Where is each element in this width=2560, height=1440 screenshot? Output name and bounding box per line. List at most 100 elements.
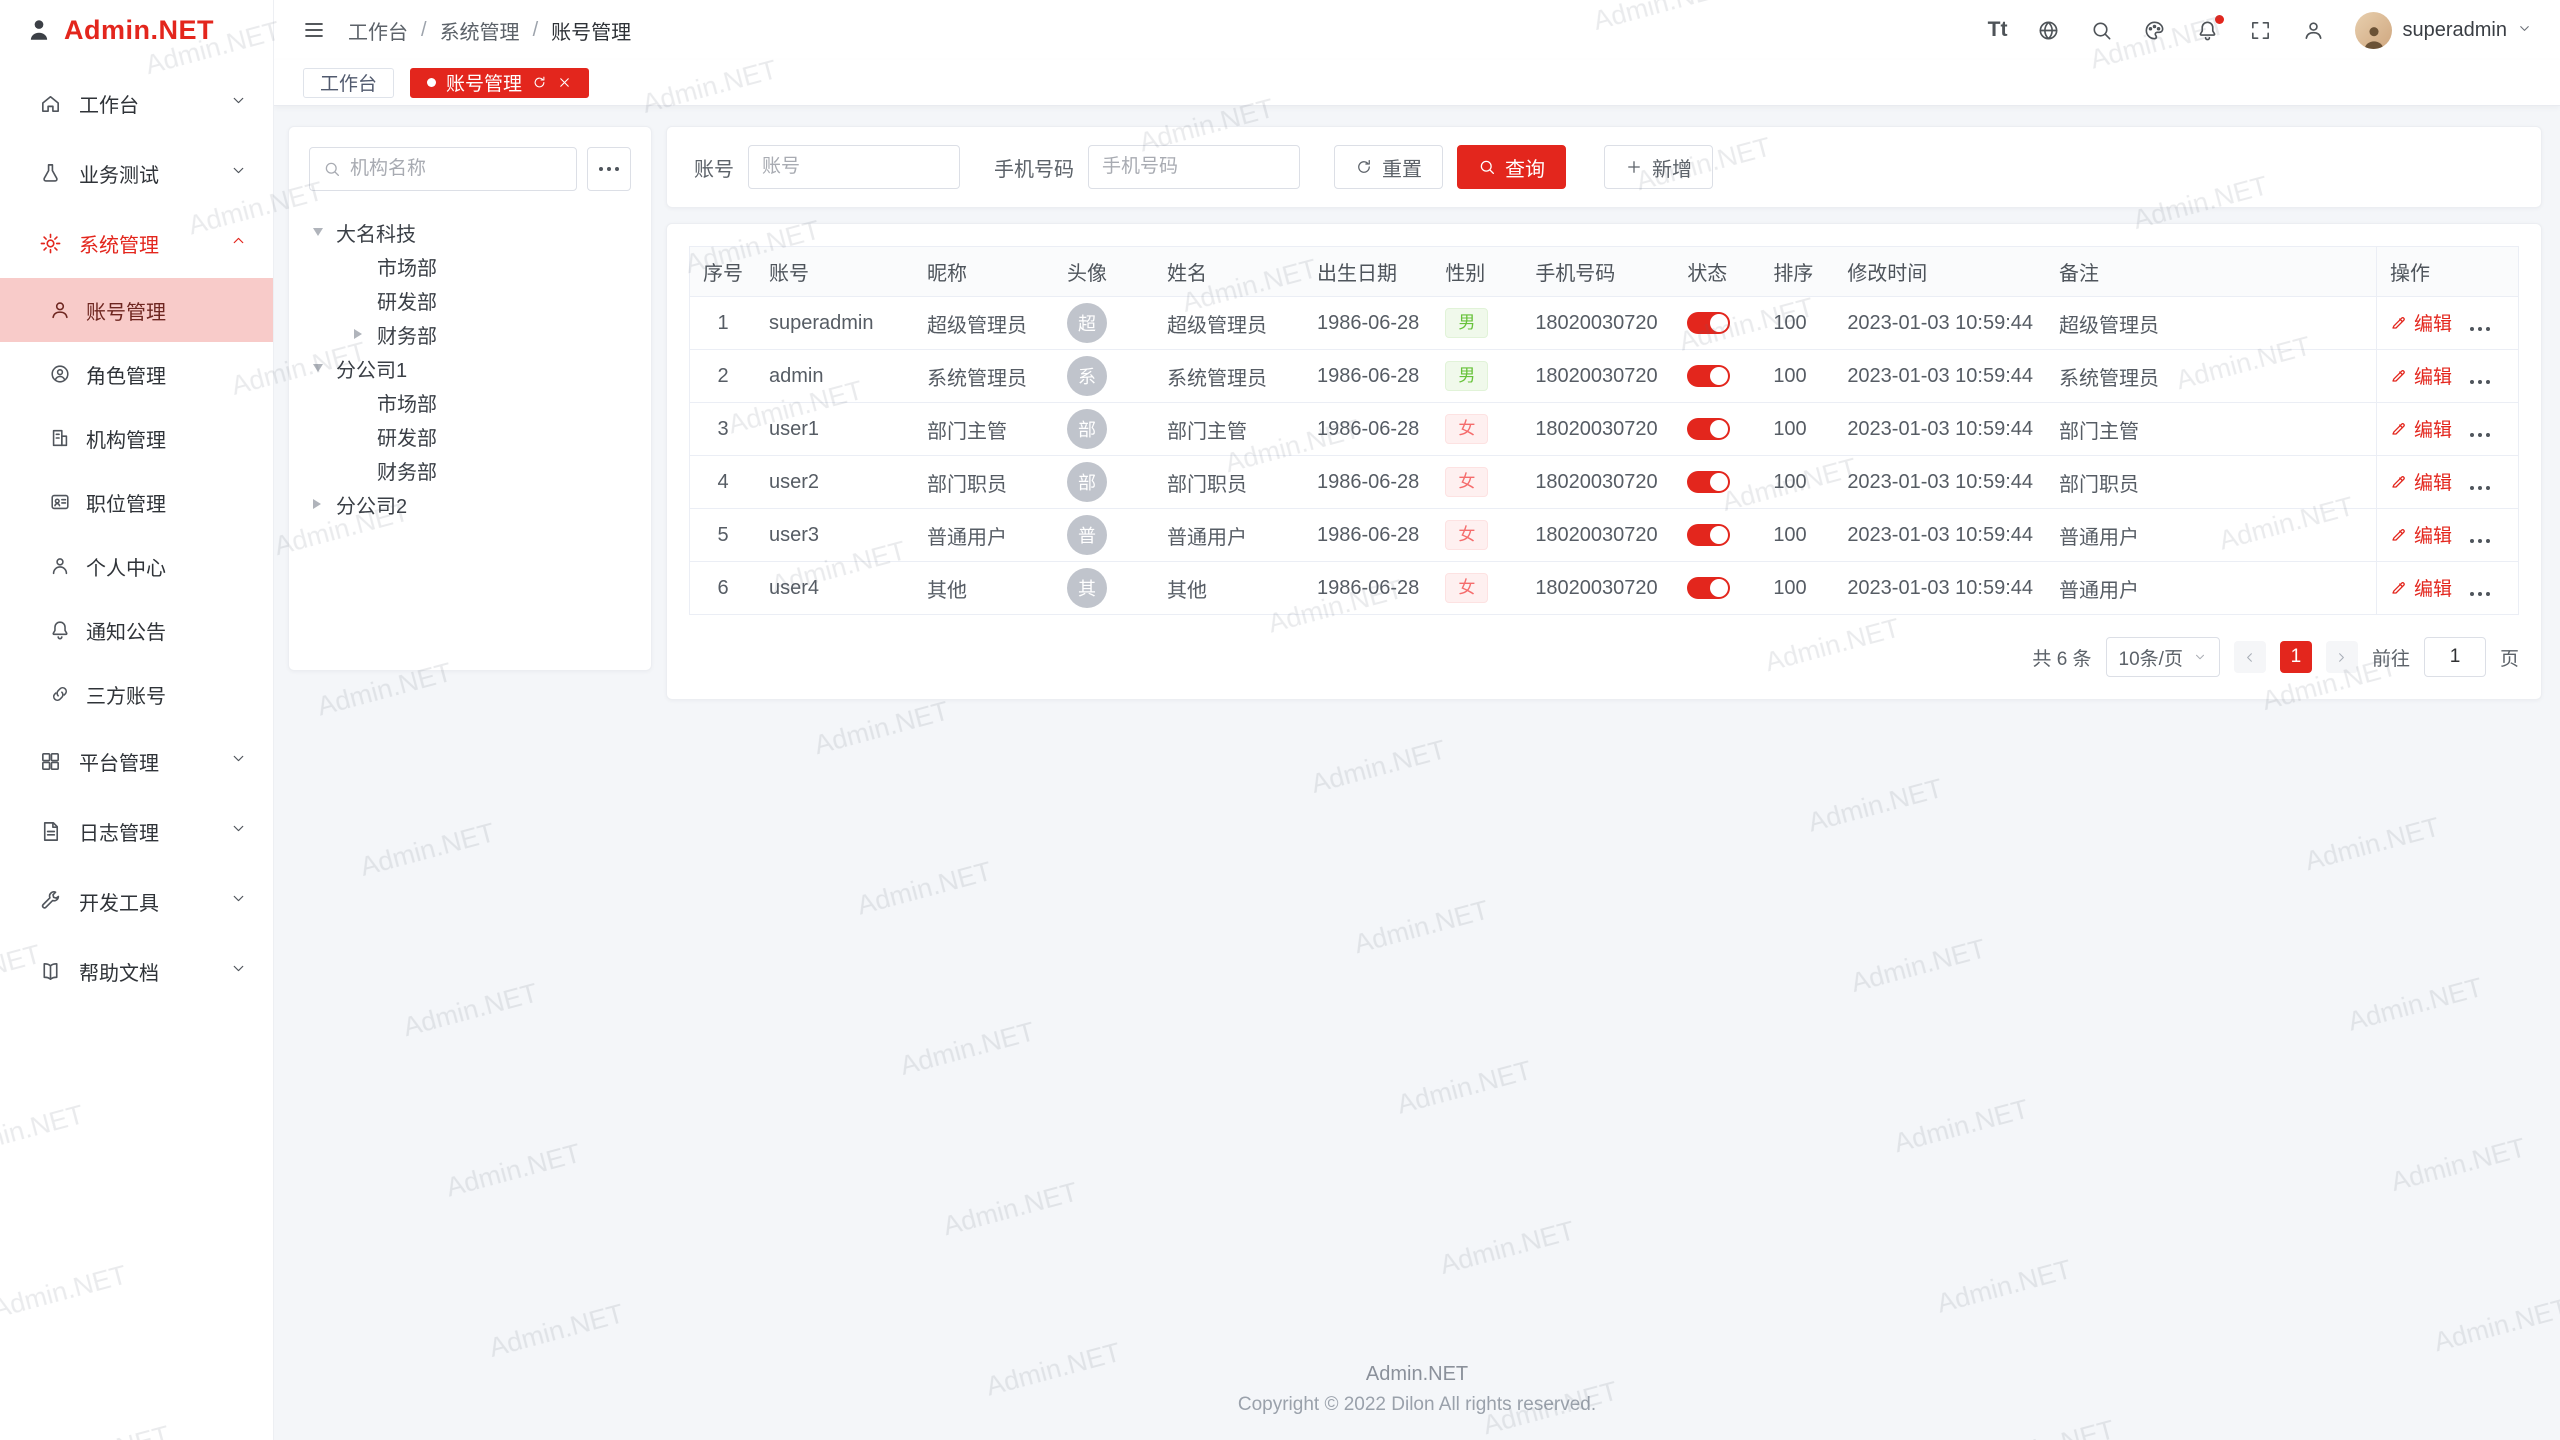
more-actions-button[interactable] — [2468, 367, 2492, 390]
edit-button[interactable]: 编辑 — [2390, 468, 2452, 495]
sidebar-item-label: 职位管理 — [86, 488, 166, 517]
cell-phone: 18020030720 — [1522, 403, 1674, 456]
tree-node[interactable]: 财务部 — [309, 453, 631, 487]
tree-node[interactable]: 分公司2 — [309, 487, 631, 521]
add-button[interactable]: 新增 — [1604, 145, 1713, 189]
tab-workbench[interactable]: 工作台 — [303, 68, 394, 98]
tree-node[interactable]: 大名科技 — [309, 215, 631, 249]
status-toggle[interactable] — [1687, 312, 1730, 334]
cell-birth: 1986-06-28 — [1304, 350, 1432, 403]
caret-right-icon[interactable] — [350, 329, 377, 339]
status-toggle[interactable] — [1687, 577, 1730, 599]
sidebar-item-role-management[interactable]: 角色管理 — [0, 342, 273, 406]
search-icon[interactable] — [2090, 19, 2113, 42]
header-actions: Tt superadmin — [1988, 12, 2532, 49]
top-header: 工作台 / 系统管理 / 账号管理 Tt superadmin — [274, 0, 2560, 60]
hamburger-menu-icon[interactable] — [302, 18, 326, 42]
notification-bell-icon[interactable] — [2196, 19, 2219, 42]
accounts-table: 序号 账号 昵称 头像 姓名 出生日期 性别 手机号码 状态 排序 修改时间 — [689, 246, 2519, 615]
cell-phone: 18020030720 — [1522, 509, 1674, 562]
tree-node[interactable]: 市场部 — [309, 249, 631, 283]
edit-button[interactable]: 编辑 — [2390, 521, 2452, 548]
sidebar-item-third-party-account[interactable]: 三方账号 — [0, 662, 273, 726]
sidebar-item-notice-announcement[interactable]: 通知公告 — [0, 598, 273, 662]
sidebar-item-dev-tools[interactable]: 开发工具 — [0, 866, 273, 936]
chevron-down-icon — [2517, 19, 2532, 42]
plus-icon — [1625, 158, 1643, 176]
document-icon — [39, 820, 62, 843]
cell-status — [1674, 350, 1760, 403]
cell-name: 部门职员 — [1154, 456, 1304, 509]
breadcrumb-item[interactable]: 系统管理 — [440, 16, 520, 45]
status-toggle[interactable] — [1687, 471, 1730, 493]
edit-button[interactable]: 编辑 — [2390, 309, 2452, 336]
chevron-up-icon — [230, 232, 247, 255]
gender-tag: 女 — [1445, 414, 1488, 444]
close-icon[interactable] — [557, 75, 572, 90]
sidebar-item-system-management[interactable]: 系统管理 — [0, 208, 273, 278]
tree-node[interactable]: 分公司1 — [309, 351, 631, 385]
font-size-icon[interactable]: Tt — [1988, 18, 2008, 42]
prev-page-button[interactable] — [2234, 641, 2266, 673]
phone-input[interactable] — [1102, 156, 1286, 178]
more-actions-button[interactable] — [2468, 579, 2492, 602]
gender-tag: 男 — [1445, 361, 1488, 391]
sidebar-item-platform-management[interactable]: 平台管理 — [0, 726, 273, 796]
caret-down-icon[interactable] — [309, 364, 336, 372]
col-nickname: 昵称 — [914, 247, 1054, 297]
status-toggle[interactable] — [1687, 365, 1730, 387]
cell-sort: 100 — [1760, 456, 1834, 509]
language-icon[interactable] — [2037, 19, 2060, 42]
user-menu[interactable]: superadmin — [2355, 12, 2532, 49]
cell-nickname: 其他 — [914, 562, 1054, 615]
org-search-input[interactable] — [350, 158, 563, 180]
more-actions-button[interactable] — [2468, 314, 2492, 337]
tree-node[interactable]: 财务部 — [309, 317, 631, 351]
tab-account-management[interactable]: 账号管理 — [410, 68, 589, 98]
sidebar-item-workbench[interactable]: 工作台 — [0, 68, 273, 138]
sidebar-item-organization-management[interactable]: 机构管理 — [0, 406, 273, 470]
search-button[interactable]: 查询 — [1457, 145, 1566, 189]
reset-button[interactable]: 重置 — [1334, 145, 1443, 189]
cell-status — [1674, 297, 1760, 350]
sidebar-item-log-management[interactable]: 日志管理 — [0, 796, 273, 866]
caret-down-icon[interactable] — [309, 228, 336, 236]
tree-node[interactable]: 研发部 — [309, 419, 631, 453]
breadcrumb-item[interactable]: 工作台 — [348, 16, 408, 45]
edit-button[interactable]: 编辑 — [2390, 362, 2452, 389]
search-icon — [1478, 158, 1496, 176]
sidebar-item-help-docs[interactable]: 帮助文档 — [0, 936, 273, 1006]
fullscreen-icon[interactable] — [2249, 19, 2272, 42]
page-number[interactable]: 1 — [2280, 641, 2312, 673]
goto-page-input[interactable] — [2424, 637, 2486, 677]
edit-button[interactable]: 编辑 — [2390, 574, 2452, 601]
user-settings-icon[interactable] — [2302, 19, 2325, 42]
breadcrumb: 工作台 / 系统管理 / 账号管理 — [348, 16, 631, 45]
account-input[interactable] — [762, 156, 946, 178]
logo-icon — [26, 17, 52, 43]
edit-button[interactable]: 编辑 — [2390, 415, 2452, 442]
status-toggle[interactable] — [1687, 418, 1730, 440]
cell-mtime: 2023-01-03 10:59:44 — [1834, 350, 2046, 403]
chevron-down-icon — [230, 890, 247, 913]
next-page-button[interactable] — [2326, 641, 2358, 673]
caret-right-icon[interactable] — [309, 499, 336, 509]
cell-sort: 100 — [1760, 509, 1834, 562]
more-actions-button[interactable] — [2468, 473, 2492, 496]
page-size-select[interactable]: 10条/页 — [2106, 637, 2220, 677]
sidebar-item-business-test[interactable]: 业务测试 — [0, 138, 273, 208]
more-options-button[interactable] — [587, 147, 631, 191]
more-actions-button[interactable] — [2468, 526, 2492, 549]
sidebar-item-position-management[interactable]: 职位管理 — [0, 470, 273, 534]
refresh-icon[interactable] — [532, 75, 547, 90]
tree-node[interactable]: 市场部 — [309, 385, 631, 419]
sidebar-item-personal-center[interactable]: 个人中心 — [0, 534, 273, 598]
cell-mtime: 2023-01-03 10:59:44 — [1834, 509, 2046, 562]
theme-icon[interactable] — [2143, 19, 2166, 42]
tree-node[interactable]: 研发部 — [309, 283, 631, 317]
sidebar-item-label: 通知公告 — [86, 616, 166, 645]
cell-avatar: 系 — [1054, 350, 1154, 403]
more-actions-button[interactable] — [2468, 420, 2492, 443]
status-toggle[interactable] — [1687, 524, 1730, 546]
sidebar-item-account-management[interactable]: 账号管理 — [0, 278, 273, 342]
